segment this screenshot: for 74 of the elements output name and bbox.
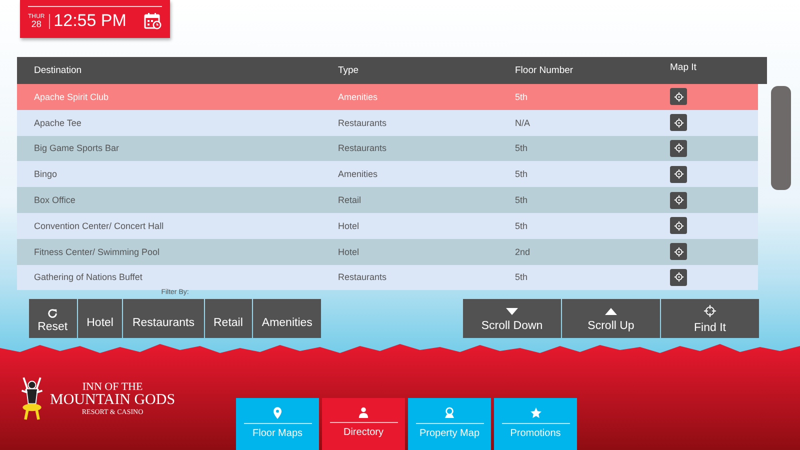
action-button[interactable]: Find It [661, 299, 759, 338]
type-cell-text: Restaurants [338, 143, 388, 154]
floor-cell-text: 5th [515, 92, 529, 102]
target-button[interactable] [670, 88, 687, 106]
column-header: Map It [670, 62, 698, 73]
calendar-icon[interactable] [144, 12, 162, 30]
target-button[interactable] [670, 243, 687, 260]
destination-cell-text: Box Office [33, 195, 76, 206]
table-row[interactable]: Big Game Sports Bar Restaurants 5th [17, 136, 758, 162]
floor-cell-text: 5th [515, 272, 529, 282]
table-row[interactable]: Gathering of Nations Buffet Restaurants 5th [17, 264, 758, 290]
action-button[interactable]: Scroll Down [463, 299, 561, 338]
crosshair-icon [674, 92, 684, 102]
up-triangle-icon [605, 308, 617, 314]
table-row[interactable]: Fitness Center/ Swimming Pool Hotel 2nd [17, 238, 758, 265]
floor-cell-text: 5th [515, 143, 529, 154]
destination-cell-text: Big Game Sports Bar [33, 143, 120, 154]
floor-cell-text: 5th [515, 220, 529, 231]
crosshair-icon [674, 195, 684, 206]
filter-button[interactable]: Hotel [78, 299, 122, 338]
filter-button[interactable]: Reset [28, 299, 77, 338]
type-cell-text: Hotel [338, 220, 360, 231]
destination-cell-text: Fitness Center/ Swimming Pool [33, 246, 161, 257]
type-cell-text: Restaurants [338, 118, 388, 128]
crosshair-icon [674, 118, 684, 128]
type-cell-text: Hotel [338, 246, 360, 257]
target-button[interactable] [670, 217, 687, 234]
logo-text: MOUNTAIN GODS [50, 393, 176, 409]
action-button[interactable]: Scroll Up [562, 299, 660, 338]
type-cell-text: Amenities [338, 92, 379, 102]
column-header: Type [338, 65, 360, 76]
target-button[interactable] [670, 140, 687, 157]
floor-cell-text: N/A [515, 118, 532, 128]
type-cell-text: Amenities [338, 169, 379, 180]
crosshair-icon [704, 305, 716, 317]
clock-time: 12:55 PM [54, 11, 128, 31]
floor-cell-text: 2nd [515, 246, 532, 257]
column-header: Floor Number [515, 65, 574, 76]
crosshair-icon [674, 143, 684, 154]
clock-date: 28 [31, 20, 42, 28]
table-row[interactable]: Convention Center/ Concert Hall Hotel 5th [17, 212, 758, 239]
target-button[interactable] [670, 192, 687, 209]
table-row[interactable]: Apache Tee Restaurants N/A [17, 110, 758, 136]
nav-tab[interactable]: Directory [322, 398, 405, 450]
table-row[interactable]: Box Office Retail 5th [17, 187, 758, 213]
floor-cell-text: 5th [515, 169, 529, 180]
destination-cell-text: Bingo [33, 169, 58, 180]
filter-button[interactable]: Retail [204, 299, 252, 338]
logo-text: INN OF THE [82, 382, 143, 394]
crosshair-icon [674, 169, 684, 180]
crosshair-icon [674, 246, 684, 257]
floor-cell-text: 5th [515, 195, 529, 206]
destination-cell-text: Apache Spirit Club [33, 92, 110, 102]
type-cell-text: Restaurants [338, 272, 388, 282]
filter-button[interactable]: Restaurants [123, 299, 204, 338]
target-button[interactable] [670, 114, 687, 132]
destination-cell-text: Apache Tee [33, 118, 82, 128]
down-triangle-icon [506, 308, 518, 314]
table-row[interactable]: Bingo Amenities 5th [17, 161, 758, 188]
destination-cell-text: Convention Center/ Concert Hall [33, 220, 165, 231]
scrollbar-thumb[interactable] [771, 86, 791, 190]
person-icon [358, 407, 369, 418]
type-cell-text: Retail [338, 195, 362, 206]
target-button[interactable] [670, 268, 687, 286]
destination-cell-text: Gathering of Nations Buffet [33, 272, 144, 282]
star-icon [530, 407, 542, 419]
pin-icon [273, 407, 282, 419]
map-pin-icon [444, 407, 455, 419]
refresh-icon [47, 308, 58, 319]
crosshair-icon [674, 220, 684, 231]
column-header: Destination [33, 65, 83, 76]
target-button[interactable] [670, 166, 687, 183]
crosshair-icon [674, 272, 684, 282]
filter-button[interactable]: Amenities [252, 299, 322, 338]
